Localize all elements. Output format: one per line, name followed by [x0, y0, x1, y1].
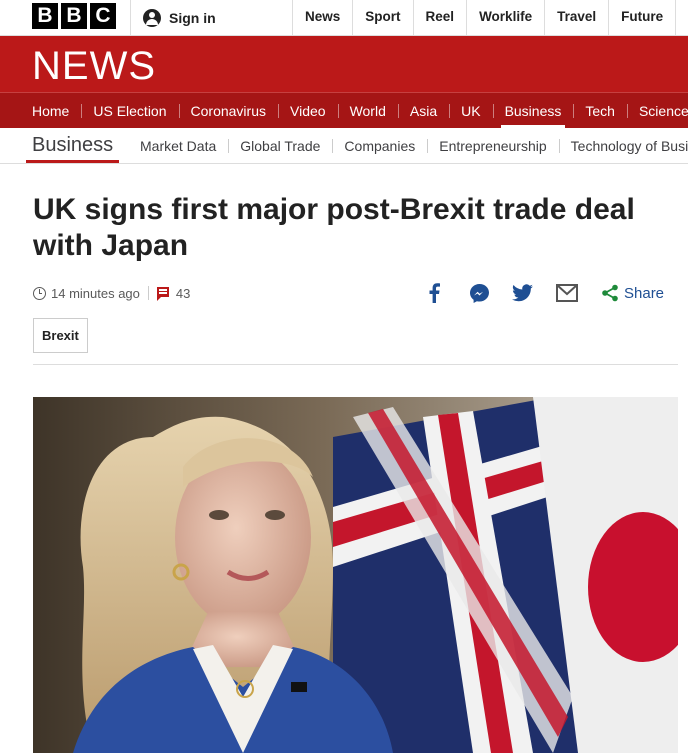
article-headline: UK signs first major post-Brexit trade d… [33, 193, 635, 262]
share-facebook-button[interactable] [427, 282, 441, 304]
top-bar: B B C Sign in News Sport Reel Worklife T… [0, 0, 688, 36]
secnav-asia[interactable]: Asia [397, 93, 449, 128]
share-button[interactable]: Share [601, 282, 664, 304]
clock-icon [33, 286, 46, 300]
news-logo[interactable]: NEWS [32, 46, 156, 86]
topnav-sport[interactable]: Sport [352, 0, 412, 35]
subnav-market-data[interactable]: Market Data [128, 128, 228, 163]
secnav-world[interactable]: World [337, 93, 398, 128]
logo-letter: B [32, 3, 58, 29]
messenger-icon [470, 283, 489, 303]
email-icon [556, 284, 578, 302]
section-nav: Home US Election Coronavirus Video World… [0, 92, 688, 128]
topnav-travel[interactable]: Travel [544, 0, 608, 35]
share-messenger-button[interactable] [469, 282, 490, 304]
meta-divider [147, 286, 149, 300]
article-meta: 14 minutes ago 43 [33, 284, 190, 302]
topnav-reel[interactable]: Reel [412, 0, 467, 35]
logo-letter: B [61, 3, 87, 29]
article-timestamp: 14 minutes ago [51, 285, 140, 301]
logo-letter: C [90, 3, 116, 29]
subnav-entrepreneurship[interactable]: Entrepreneurship [427, 128, 558, 163]
secnav-video[interactable]: Video [278, 93, 338, 128]
secnav-science[interactable]: Science [626, 93, 688, 128]
hero-image [33, 397, 678, 753]
hero-photo [33, 397, 678, 753]
secnav-coronavirus[interactable]: Coronavirus [178, 93, 278, 128]
comment-count[interactable]: 43 [176, 286, 190, 301]
secnav-business[interactable]: Business [492, 93, 574, 128]
facebook-icon [429, 283, 440, 303]
business-subnav: Business Market Data Global Trade Compan… [0, 128, 688, 164]
subnav-technology-of-business[interactable]: Technology of Business [558, 128, 688, 163]
topnav-future[interactable]: Future [608, 0, 675, 35]
secnav-us-election[interactable]: US Election [81, 93, 178, 128]
sign-in-link[interactable]: Sign in [130, 0, 216, 35]
user-icon [143, 8, 161, 27]
topnav-more[interactable]: M [675, 0, 688, 35]
subnav-global-trade[interactable]: Global Trade [228, 128, 332, 163]
subnav-companies[interactable]: Companies [332, 128, 427, 163]
share-email-button[interactable] [556, 282, 578, 304]
share-twitter-button[interactable] [512, 282, 533, 304]
share-label: Share [624, 284, 665, 302]
secnav-tech[interactable]: Tech [573, 93, 627, 128]
sign-in-label: Sign in [169, 9, 216, 26]
topnav-news[interactable]: News [292, 0, 352, 35]
topnav-worklife[interactable]: Worklife [466, 0, 544, 35]
subnav-current-business[interactable]: Business [26, 128, 120, 163]
twitter-icon [512, 284, 533, 302]
divider [33, 364, 678, 365]
share-icon [602, 284, 618, 302]
comment-icon[interactable] [156, 287, 169, 301]
topic-tag[interactable]: Brexit [33, 318, 88, 353]
bbc-logo[interactable]: B B C [32, 3, 116, 29]
secnav-home[interactable]: Home [20, 93, 81, 128]
secnav-uk[interactable]: UK [449, 93, 492, 128]
top-nav: News Sport Reel Worklife Travel Future M [292, 0, 688, 35]
